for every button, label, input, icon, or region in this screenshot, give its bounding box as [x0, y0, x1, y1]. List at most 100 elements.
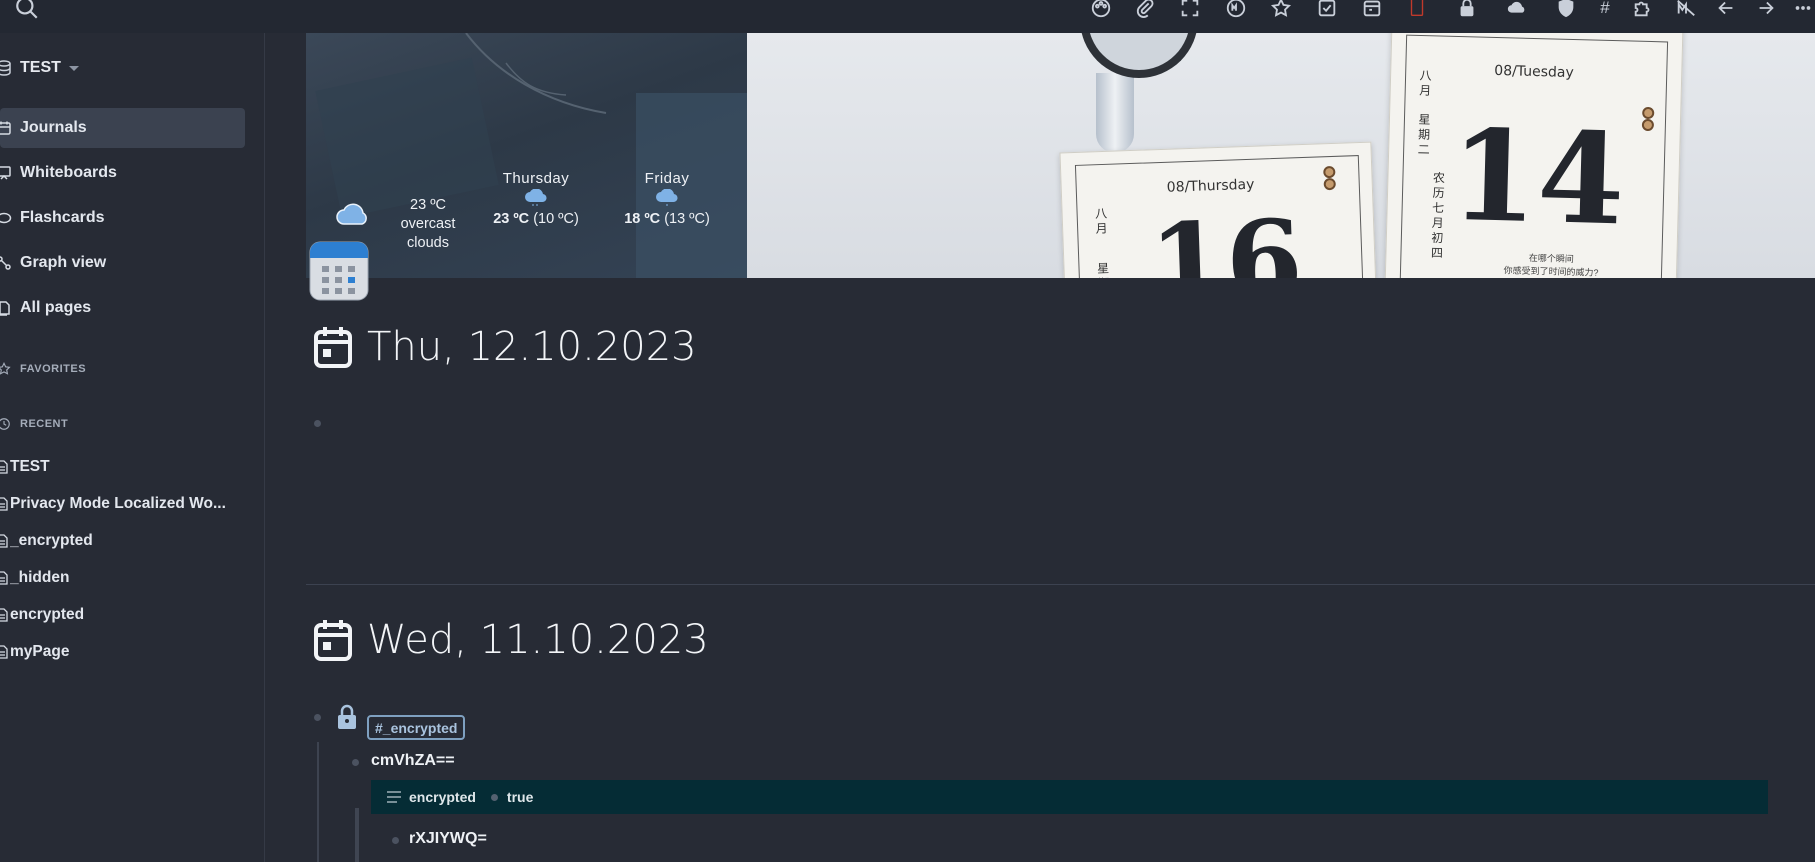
recent-item[interactable]: _hidden — [0, 563, 240, 593]
palette-icon[interactable] — [1087, 0, 1115, 22]
property-key: encrypted — [409, 789, 476, 805]
calendar-icon — [314, 327, 352, 368]
nav-all-pages[interactable]: All pages — [0, 288, 245, 328]
favorites-header[interactable]: FAVORITES — [0, 359, 86, 379]
page-icon — [0, 534, 8, 548]
forecast-day-name: Thursday — [502, 170, 570, 187]
card-month: 八月 — [1417, 68, 1433, 100]
calendar-app-icon[interactable] — [308, 240, 370, 302]
journal-title[interactable]: Thu, 12.10.2023 — [313, 322, 697, 372]
puzzle-icon[interactable] — [1629, 0, 1657, 22]
nav-whiteboards[interactable]: Whiteboards — [0, 153, 245, 193]
recent-item[interactable]: encrypted — [0, 600, 240, 630]
attachment-icon[interactable] — [1131, 0, 1159, 22]
calendar-icon — [0, 121, 11, 135]
forecast-day: Friday 18 ºC (13 ºC) — [617, 170, 717, 227]
recent-item[interactable]: Privacy Mode Localized Wo... — [0, 489, 240, 519]
calendar-icon — [314, 620, 352, 661]
journal-date: Thu, 12.10.2023 — [367, 324, 697, 370]
recent-item-label: encrypted — [10, 606, 85, 623]
properties-icon — [387, 791, 401, 803]
lock-icon — [338, 704, 356, 729]
nav-journals-label: Journals — [20, 119, 87, 136]
current-weather: 23 ºC overcast clouds — [388, 196, 468, 253]
current-desc-1: overcast — [400, 216, 456, 232]
journal-divider — [306, 584, 1815, 585]
journal-date: Wed, 11.10.2023 — [367, 617, 709, 663]
whiteboard-icon — [0, 166, 11, 180]
current-weather-icon-wrap — [333, 201, 373, 227]
clock-icon — [0, 418, 10, 430]
red-rect-icon[interactable] — [1403, 0, 1431, 22]
forecast-day-name: Friday — [644, 170, 690, 187]
encrypted-tag[interactable]: #_encrypted — [367, 715, 466, 740]
arrow-left-icon[interactable] — [1712, 0, 1740, 22]
nav-all-pages-label: All pages — [20, 299, 92, 316]
recent-label: RECENT — [20, 418, 69, 430]
nav-flashcards[interactable]: Flashcards — [0, 198, 245, 238]
block-properties[interactable]: encrypted true — [371, 780, 1768, 814]
star-outline-icon — [0, 362, 11, 375]
lock-icon[interactable] — [1453, 0, 1481, 22]
recent-item[interactable]: TEST — [0, 452, 240, 482]
more-icon[interactable] — [1789, 0, 1815, 22]
forecast-low: (13 ºC) — [664, 211, 710, 227]
fullscreen-icon[interactable] — [1176, 0, 1204, 22]
nav-flashcards-label: Flashcards — [20, 209, 105, 226]
nav-graph-view[interactable]: Graph view — [0, 243, 245, 283]
calendar-card-tuesday: 08/Tuesday 14 八月 星期二 农历七月初四 在哪个瞬间 你感受到了时… — [1384, 33, 1684, 278]
recent-item[interactable]: _encrypted — [0, 526, 240, 556]
block-thread-line — [317, 742, 319, 862]
pages-icon — [0, 301, 10, 316]
recent-item-label: myPage — [10, 643, 70, 660]
plant-decoration — [315, 33, 747, 278]
empty-block-bullet[interactable] — [314, 420, 321, 427]
block-bullet[interactable] — [352, 759, 359, 766]
page-icon — [0, 571, 8, 585]
block-bullet[interactable] — [314, 714, 321, 721]
recent-item-label: _hidden — [10, 569, 70, 586]
star-icon[interactable] — [1267, 0, 1295, 22]
forecast-high: 18 ºC — [624, 211, 661, 227]
block-bullet[interactable] — [392, 837, 399, 844]
shield-icon[interactable] — [1552, 0, 1580, 22]
recent-item[interactable]: myPage — [0, 637, 240, 667]
journal-title[interactable]: Wed, 11.10.2023 — [313, 615, 709, 665]
card-header: 08/Tuesday — [1494, 62, 1574, 82]
cup-handle — [1096, 73, 1134, 153]
graph-icon — [0, 256, 11, 270]
recent-item-label: Privacy Mode Localized Wo... — [10, 495, 226, 512]
database-icon — [0, 60, 11, 76]
recent-item-label: TEST — [10, 458, 50, 475]
forecast-day: Thursday 23 ºC (10 ºC) — [486, 170, 586, 227]
card-weekday: 星期二 — [1415, 112, 1432, 159]
block-content[interactable]: rXJIYWQ= — [409, 830, 487, 848]
recent-header[interactable]: RECENT — [0, 414, 68, 434]
markdown-icon[interactable] — [1222, 0, 1250, 22]
block-content[interactable]: cmVhZA== — [371, 752, 455, 770]
flashcards-icon — [0, 212, 12, 224]
checkbox-icon[interactable] — [1313, 0, 1341, 22]
cloud-lock-icon[interactable] — [1503, 0, 1531, 22]
arrow-right-icon[interactable] — [1752, 0, 1780, 22]
calendar-small-icon[interactable] — [1358, 0, 1386, 22]
hash-icon[interactable]: # — [1591, 0, 1619, 22]
strikethrough-icon[interactable] — [1672, 0, 1700, 22]
page-icon — [0, 608, 8, 622]
current-desc-2: clouds — [407, 235, 449, 251]
banner-dark-photo — [306, 33, 747, 278]
card-rings — [1641, 106, 1655, 132]
forecast-low: (10 ºC) — [533, 211, 579, 227]
current-temp: 23 ºC — [410, 197, 446, 213]
nav-journals[interactable]: Journals — [0, 108, 245, 148]
card-month: 八月 — [1093, 206, 1109, 238]
card-weekday: 星期 — [1095, 261, 1111, 278]
search-icon[interactable] — [14, 0, 40, 21]
property-separator — [490, 793, 498, 801]
recent-item-label: _encrypted — [10, 532, 93, 549]
graph-selector[interactable]: TEST — [0, 57, 79, 79]
rain-cloud-icon — [525, 189, 547, 206]
journal-banner: 08/Thursday 16 八月 星期 08/Tuesday 14 八月 星期… — [306, 33, 1815, 278]
rain-cloud-icon — [656, 189, 678, 206]
card-number: 16 — [1147, 195, 1305, 278]
